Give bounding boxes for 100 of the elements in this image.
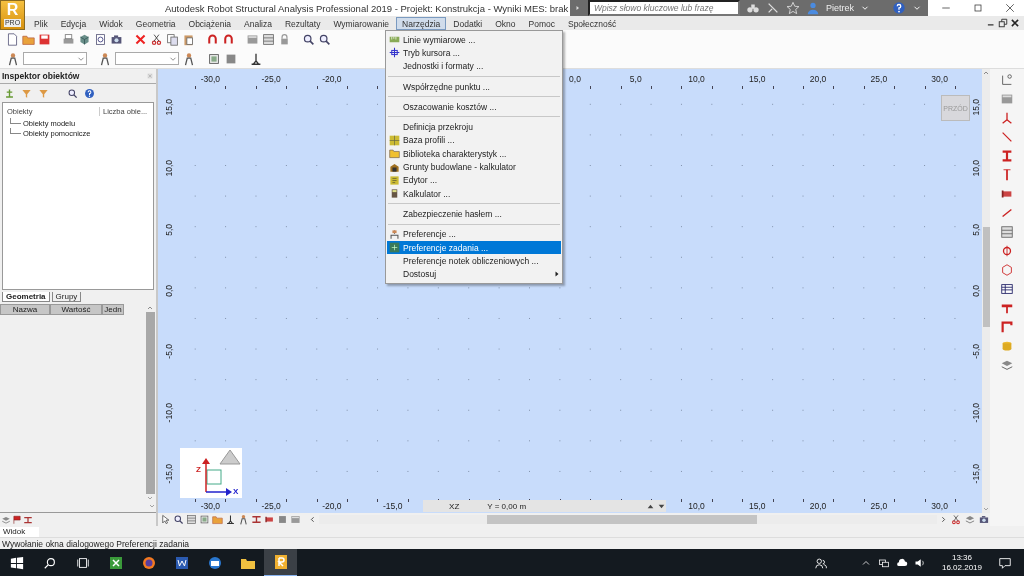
flag-icon[interactable] <box>12 515 22 525</box>
square-icon[interactable] <box>276 514 288 525</box>
scrollbar-thumb[interactable] <box>487 515 758 524</box>
delete-icon[interactable] <box>134 33 147 46</box>
menu-item[interactable]: Plik <box>28 16 54 30</box>
restore-icon[interactable] <box>998 18 1008 28</box>
zoom-icon[interactable] <box>318 33 331 46</box>
menu-item[interactable]: Pomoc <box>522 16 561 30</box>
network-icon[interactable] <box>877 557 890 569</box>
task-view-icon[interactable] <box>75 556 90 570</box>
menu-item[interactable]: Kalkulator ... <box>387 186 561 201</box>
menu-item[interactable]: Dodatki <box>447 16 489 30</box>
person-icon[interactable] <box>98 51 112 66</box>
grid-icon[interactable] <box>262 33 275 46</box>
pipe-icon[interactable] <box>263 514 275 525</box>
tab[interactable]: Grupy <box>51 292 82 302</box>
menu-item[interactable]: Oszacowanie kosztów ... <box>387 100 561 114</box>
menu-item[interactable]: Analiza <box>238 16 278 30</box>
undo-icon[interactable] <box>222 33 235 46</box>
scissors-icon[interactable] <box>950 514 963 525</box>
satellite-icon[interactable] <box>766 1 780 15</box>
scroll-right-icon[interactable] <box>939 515 949 524</box>
scrollbar-thumb[interactable] <box>145 312 155 494</box>
zoom-icon[interactable] <box>302 33 315 46</box>
menu-item[interactable]: Widok <box>93 16 129 30</box>
node-icon[interactable] <box>1000 244 1014 258</box>
menu-item[interactable]: Linie wymiarowe ... <box>387 33 561 47</box>
cursor-icon[interactable] <box>160 514 171 525</box>
search-icon[interactable] <box>67 87 78 99</box>
menu-item[interactable]: Tryb kursora ... <box>387 46 561 60</box>
diagonal-line-icon[interactable] <box>1000 206 1014 220</box>
beam-icon[interactable] <box>250 514 262 525</box>
camera-icon[interactable] <box>110 33 123 46</box>
scissors-icon[interactable] <box>150 33 163 46</box>
menu-item[interactable]: Rezultaty <box>278 16 327 30</box>
table-icon[interactable] <box>1000 282 1014 296</box>
paste-icon[interactable] <box>182 33 195 46</box>
grid-icon[interactable] <box>185 514 197 525</box>
maximize-icon[interactable] <box>972 2 984 14</box>
notification-icon[interactable] <box>998 556 1012 570</box>
page-icon[interactable] <box>6 33 19 46</box>
diagonal-line-icon[interactable] <box>1000 130 1014 144</box>
layers-icon[interactable] <box>1000 358 1014 372</box>
dropdown-field[interactable] <box>23 52 87 65</box>
menu-item[interactable]: Definicja przekroju <box>387 120 561 134</box>
menu-item[interactable]: Biblioteka charakterystyk ... <box>387 147 561 161</box>
help-icon[interactable] <box>892 1 906 15</box>
menu-item[interactable]: Baza profili ... <box>387 133 561 148</box>
beam-icon[interactable] <box>1000 149 1014 163</box>
camera-icon[interactable] <box>978 514 990 525</box>
scroll-up-icon[interactable] <box>982 69 990 77</box>
star-icon[interactable] <box>786 1 800 15</box>
scroll-up-icon[interactable] <box>146 304 154 312</box>
help-icon[interactable] <box>84 87 95 99</box>
menu-item[interactable]: Narzędzia <box>396 16 447 30</box>
folder-icon[interactable] <box>22 33 35 46</box>
user-name[interactable]: Pietrek <box>826 3 854 13</box>
menu-item[interactable]: Edycja <box>54 16 93 30</box>
taskbar-button[interactable] <box>264 549 297 576</box>
save-icon[interactable] <box>38 33 51 46</box>
menu-item[interactable]: Preferencje zadania ... <box>387 240 561 255</box>
beam-icon[interactable] <box>23 515 33 525</box>
printer-icon[interactable] <box>62 33 75 46</box>
menu-item[interactable]: Okno <box>489 16 522 30</box>
people-icon[interactable] <box>813 556 828 570</box>
menu-item[interactable]: Edytor ... <box>387 173 561 187</box>
menu-item[interactable]: Wymiarowanie <box>327 16 396 30</box>
close-icon[interactable] <box>1004 2 1016 14</box>
dropdown-field[interactable] <box>115 52 179 65</box>
menu-item[interactable]: Społeczność <box>561 16 623 30</box>
menu-item[interactable]: Zabezpieczenie hasłem ... <box>387 207 561 221</box>
person-icon[interactable] <box>237 514 249 525</box>
undo-icon[interactable] <box>206 33 219 46</box>
menu-item[interactable]: Preferencje ... <box>387 227 561 241</box>
copy-icon[interactable] <box>166 33 179 46</box>
lock-icon[interactable] <box>278 33 291 46</box>
zoom-icon[interactable] <box>172 514 184 525</box>
person-icon[interactable] <box>182 51 196 66</box>
frame-icon[interactable] <box>198 514 210 525</box>
frame-icon[interactable] <box>1000 320 1014 334</box>
menu-item[interactable]: Obciążenia <box>182 16 238 30</box>
scrollbar-thumb[interactable] <box>982 227 990 327</box>
tab[interactable]: Geometria <box>2 292 50 302</box>
windows-start-icon[interactable] <box>9 556 24 570</box>
menu-item[interactable]: Współrzędne punktu ... <box>387 79 561 94</box>
layers-icon[interactable] <box>964 514 976 525</box>
menu-item[interactable]: Grunty budowlane - kalkulator <box>387 160 561 174</box>
search-field[interactable]: Wpisz słowo kluczowe lub frazę <box>588 0 740 16</box>
close-icon[interactable] <box>1010 18 1020 28</box>
search-icon[interactable] <box>42 556 57 570</box>
menu-item[interactable]: Jednostki i formaty ... <box>387 59 561 73</box>
person-icon[interactable] <box>6 51 20 66</box>
speaker-icon[interactable] <box>913 557 926 569</box>
frame-icon[interactable] <box>207 51 221 66</box>
menu-item[interactable]: Dostosuj <box>387 267 561 281</box>
menu-item[interactable]: Preferencje notek obliczeniowych ... <box>387 254 561 268</box>
menu-item[interactable]: Geometria <box>129 16 182 30</box>
tab[interactable]: Widok <box>0 527 40 537</box>
axes-icon[interactable] <box>1000 73 1014 87</box>
cloud-icon[interactable] <box>895 557 908 569</box>
